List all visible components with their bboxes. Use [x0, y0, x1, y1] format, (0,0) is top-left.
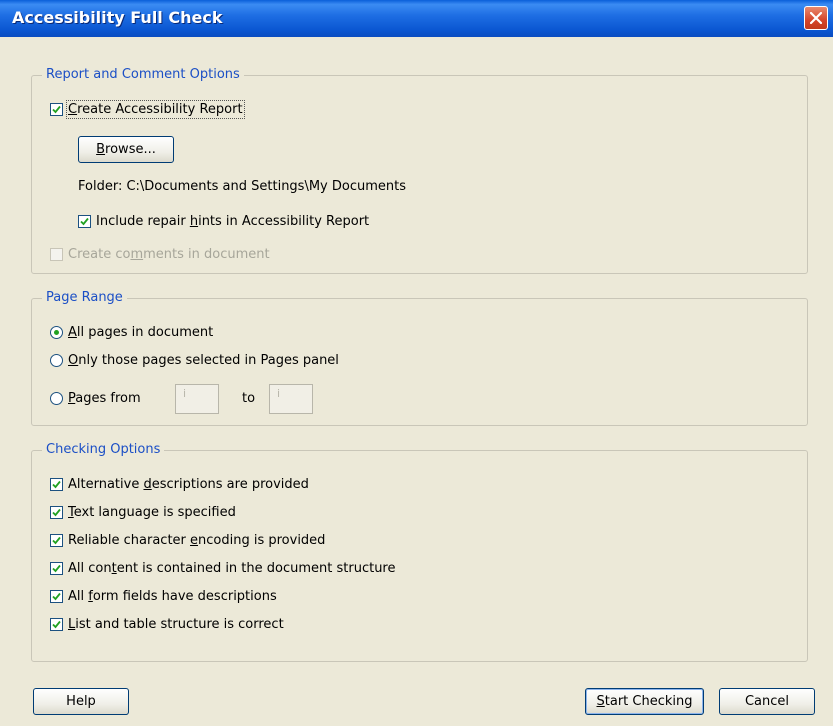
create-report-label: Create Accessibility Report	[66, 100, 245, 119]
close-button[interactable]	[804, 6, 828, 30]
checkbox-checked-icon	[78, 215, 91, 228]
to-page-input[interactable]: i	[269, 384, 313, 414]
option-label: Reliable character encoding is provided	[68, 533, 326, 548]
accessibility-full-check-dialog: Accessibility Full Check Report and Comm…	[0, 0, 833, 726]
checkbox-checked-icon	[50, 562, 63, 575]
option-label: Alternative descriptions are provided	[68, 477, 309, 492]
create-comments-label: Create comments in document	[68, 247, 270, 262]
title-bar[interactable]: Accessibility Full Check	[0, 0, 833, 37]
include-hints-checkbox[interactable]: Include repair hints in Accessibility Re…	[78, 214, 369, 229]
option-label: All form fields have descriptions	[68, 589, 277, 604]
page-range-legend: Page Range	[42, 290, 127, 305]
checkbox-checked-icon	[50, 103, 63, 116]
checking-options-group: Checking Options Alternative description…	[31, 442, 808, 662]
option-text-language[interactable]: Text language is specified	[50, 505, 236, 520]
help-button[interactable]: Help	[33, 688, 129, 715]
all-pages-label: All pages in document	[68, 325, 214, 340]
checkbox-checked-icon	[50, 534, 63, 547]
option-label: All content is contained in the document…	[68, 561, 396, 576]
folder-path: Folder: C:\Documents and Settings\My Doc…	[78, 179, 407, 194]
option-label: List and table structure is correct	[68, 617, 284, 632]
cancel-button[interactable]: Cancel	[719, 688, 815, 715]
create-report-checkbox[interactable]: Create Accessibility Report	[50, 100, 245, 119]
option-label: Text language is specified	[68, 505, 236, 520]
option-form-fields[interactable]: All form fields have descriptions	[50, 589, 277, 604]
radio-unselected-icon	[50, 354, 63, 367]
selected-pages-label: Only those pages selected in Pages panel	[68, 353, 339, 368]
all-pages-radio[interactable]: All pages in document	[50, 325, 213, 340]
checkbox-checked-icon	[50, 478, 63, 491]
report-options-group: Report and Comment Options Create Access…	[31, 67, 808, 274]
create-comments-checkbox[interactable]: Create comments in document	[50, 247, 270, 262]
start-checking-button[interactable]: Start Checking	[585, 688, 704, 715]
checking-options-legend: Checking Options	[42, 442, 165, 457]
checkbox-checked-icon	[50, 590, 63, 603]
option-document-structure[interactable]: All content is contained in the document…	[50, 561, 396, 576]
radio-unselected-icon	[50, 392, 63, 405]
from-page-input[interactable]: i	[175, 384, 219, 414]
report-options-legend: Report and Comment Options	[42, 67, 244, 82]
checkbox-checked-icon	[50, 506, 63, 519]
pages-from-radio[interactable]: Pages from	[50, 391, 141, 406]
option-alt-descriptions[interactable]: Alternative descriptions are provided	[50, 477, 309, 492]
option-list-table-structure[interactable]: List and table structure is correct	[50, 617, 284, 632]
include-hints-label: Include repair hints in Accessibility Re…	[96, 214, 370, 229]
checkbox-unchecked-icon	[50, 248, 63, 261]
checkbox-checked-icon	[50, 618, 63, 631]
page-range-group: Page Range All pages in document Only th…	[31, 290, 808, 426]
radio-selected-icon	[50, 326, 63, 339]
pages-from-label: Pages from	[68, 391, 141, 406]
window-title: Accessibility Full Check	[12, 8, 223, 27]
option-char-encoding[interactable]: Reliable character encoding is provided	[50, 533, 325, 548]
browse-button[interactable]: Browse...	[78, 136, 174, 163]
to-label: to	[242, 391, 256, 406]
selected-pages-radio[interactable]: Only those pages selected in Pages panel	[50, 353, 339, 368]
